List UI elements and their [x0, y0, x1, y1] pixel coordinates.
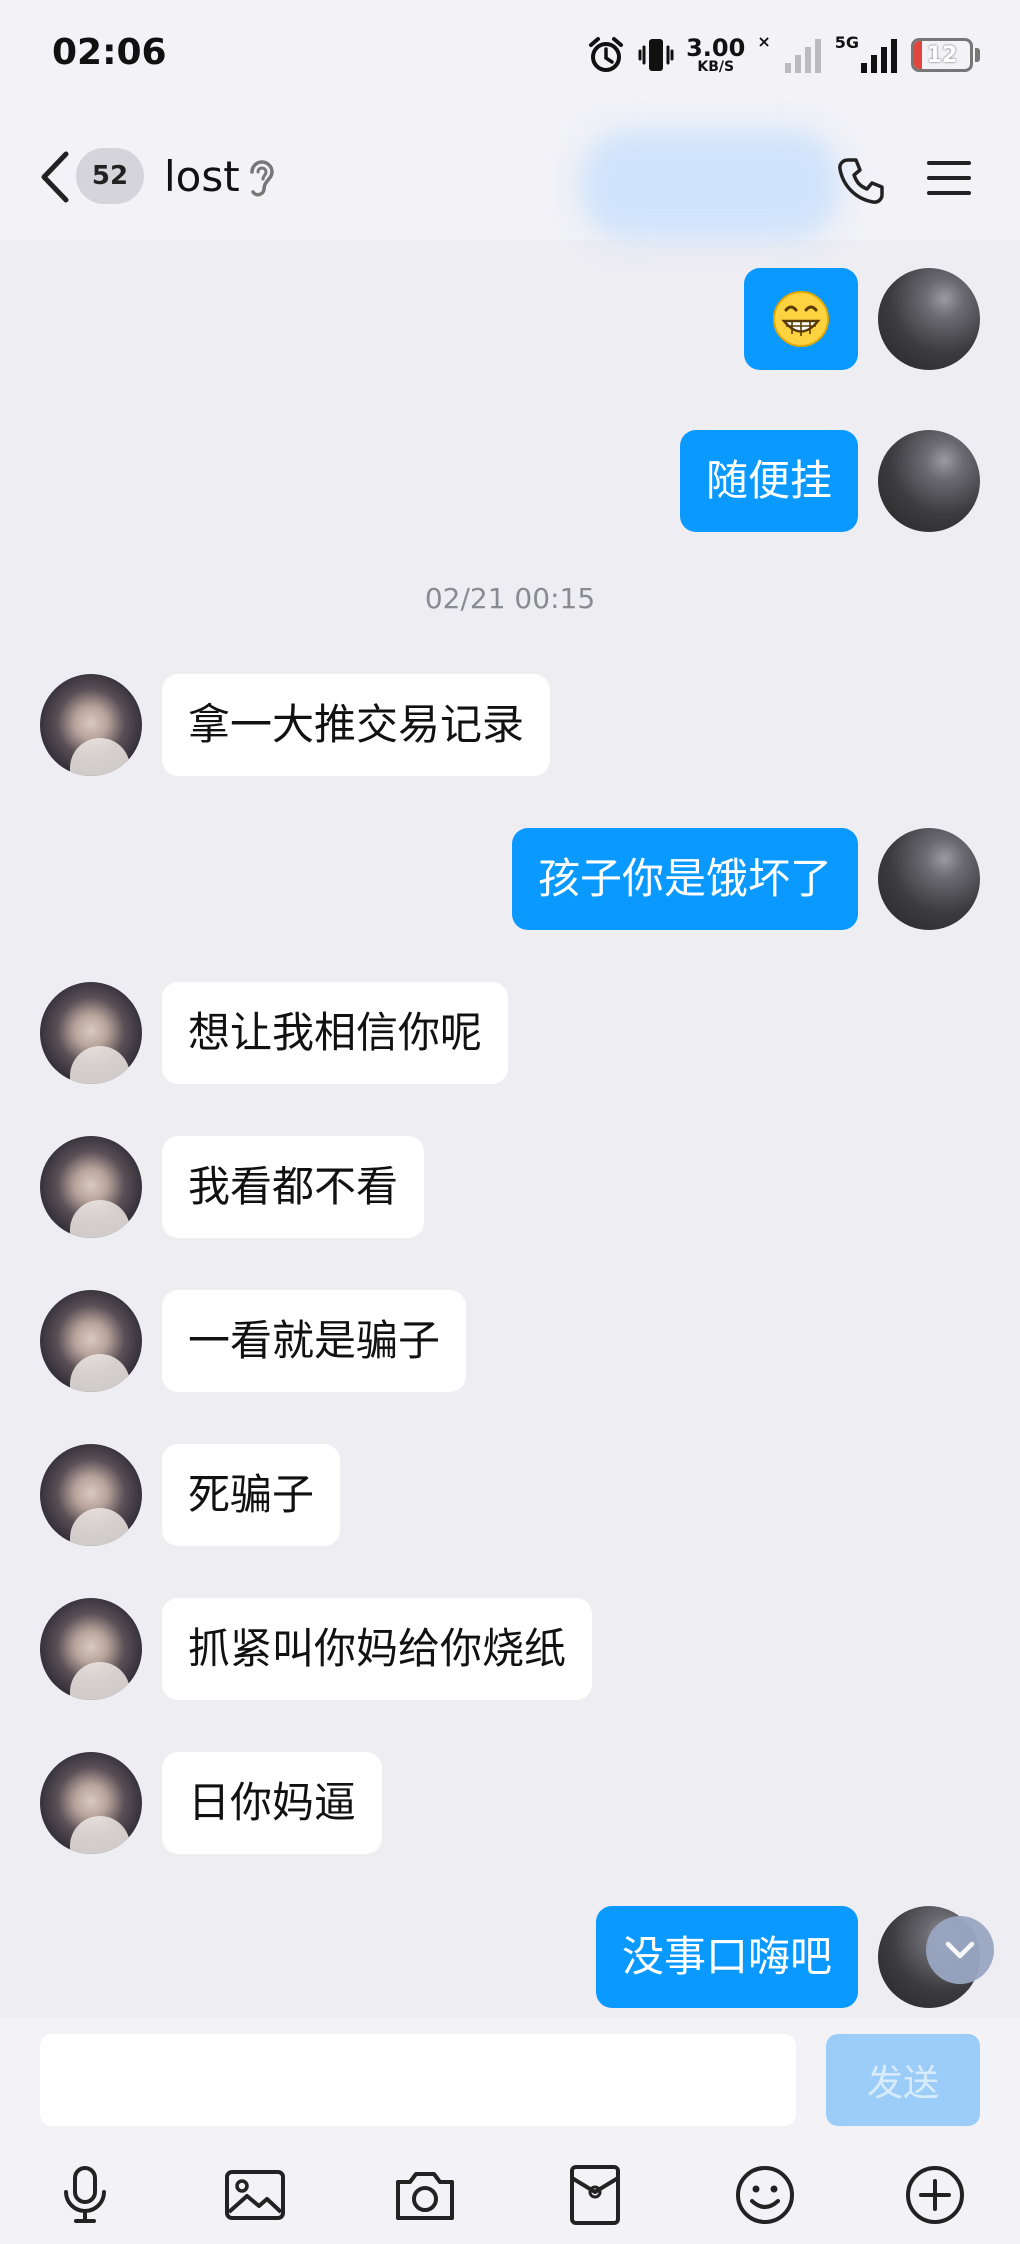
message-bubble-sent[interactable]: 随便挂	[679, 430, 858, 532]
battery-tip	[975, 48, 980, 62]
scroll-to-bottom-button[interactable]	[926, 1916, 994, 1984]
my-avatar[interactable]	[878, 268, 980, 370]
back-arrow-icon[interactable]	[36, 150, 76, 204]
message-bubble-received[interactable]: 我看都不看	[162, 1136, 425, 1238]
message-bubble-received[interactable]: 抓紧叫你妈给你烧纸	[162, 1598, 593, 1700]
message-bubble-sent[interactable]: 孩子你是饿坏了	[511, 828, 858, 930]
blurred-region	[580, 130, 840, 240]
sim1-no-signal-mark: ×	[757, 32, 771, 51]
signal-sim1-icon	[784, 39, 821, 73]
message-input[interactable]	[40, 2034, 796, 2126]
message-bubble-sent[interactable]: 没事口嗨吧	[595, 1906, 858, 2008]
message-timestamp: 02/21 00:15	[424, 582, 596, 615]
emoji-icon[interactable]	[732, 2162, 798, 2228]
network-speed-unit: KB/S	[697, 59, 735, 75]
chat-header: 52 lost	[0, 110, 1020, 240]
signal-sim2: 5G	[835, 35, 899, 75]
phone-call-icon[interactable]	[836, 156, 886, 206]
my-avatar[interactable]	[878, 430, 980, 532]
status-bar: 02:06 3.00 KB/S × 5G 12	[0, 0, 1020, 110]
input-bar: 发送	[0, 2018, 1020, 2244]
grinning-face-emoji-icon	[773, 291, 829, 347]
chat-title[interactable]: lost	[164, 152, 240, 201]
microphone-icon[interactable]	[52, 2162, 118, 2228]
input-toolbar	[0, 2162, 1020, 2232]
contact-avatar[interactable]	[40, 1136, 142, 1238]
message-bubble-received[interactable]: 日你妈逼	[162, 1752, 383, 1854]
contact-avatar[interactable]	[40, 1598, 142, 1700]
status-icons: 3.00 KB/S × 5G 12	[586, 30, 980, 80]
contact-avatar[interactable]	[40, 1752, 142, 1854]
network-type: 5G	[834, 33, 859, 52]
message-bubble-received[interactable]: 拿一大推交易记录	[162, 674, 551, 776]
message-bubble-sent[interactable]	[744, 268, 858, 370]
signal-sim2-icon	[861, 39, 897, 73]
message-bubble-received[interactable]: 死骗子	[162, 1444, 341, 1546]
my-avatar[interactable]	[878, 828, 980, 930]
menu-icon[interactable]	[926, 158, 972, 198]
vibrate-icon	[638, 39, 674, 71]
message-bubble-received[interactable]: 想让我相信你呢	[162, 982, 509, 1084]
contact-avatar[interactable]	[40, 1444, 142, 1546]
chevron-down-icon	[945, 1941, 975, 1959]
send-button[interactable]: 发送	[826, 2034, 980, 2126]
image-icon[interactable]	[222, 2162, 288, 2228]
camera-icon[interactable]	[392, 2162, 458, 2228]
status-time: 02:06	[52, 32, 167, 73]
message-bubble-received[interactable]: 一看就是骗子	[162, 1290, 467, 1392]
alarm-icon	[589, 37, 624, 72]
earpiece-mode-icon	[250, 160, 274, 197]
contact-avatar[interactable]	[40, 982, 142, 1084]
network-speed-value: 3.00	[686, 34, 746, 62]
plus-icon[interactable]	[902, 2162, 968, 2228]
unread-count-badge[interactable]: 52	[76, 148, 144, 204]
red-packet-icon[interactable]	[562, 2162, 628, 2228]
network-speed: 3.00 KB/S	[686, 36, 745, 74]
battery-icon: 12	[911, 38, 973, 72]
message-list[interactable]: 随便挂 02/21 00:15 拿一大推交易记录 孩子你是饿坏了 想让我相信你呢…	[0, 240, 1020, 2016]
contact-avatar[interactable]	[40, 674, 142, 776]
contact-avatar[interactable]	[40, 1290, 142, 1392]
battery-level: 12	[926, 42, 958, 68]
